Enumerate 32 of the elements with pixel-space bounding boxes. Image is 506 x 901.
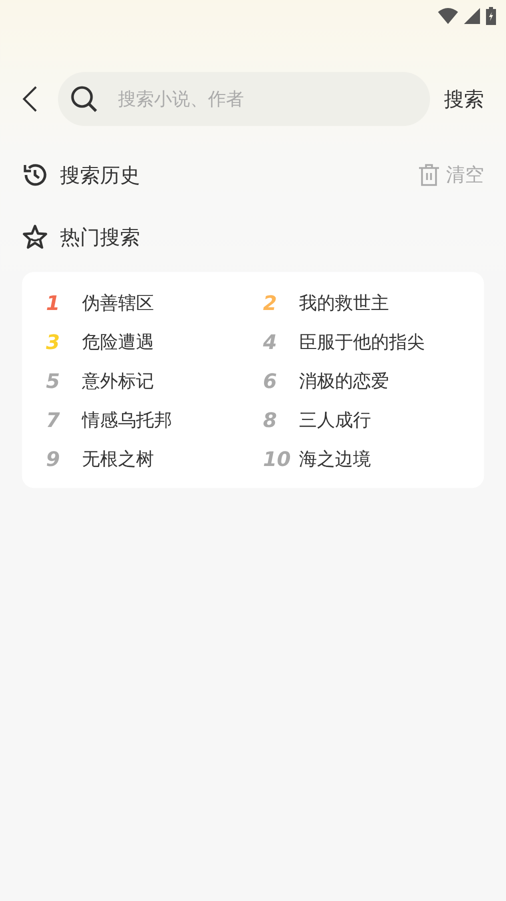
section-title: 搜索历史 (60, 162, 141, 188)
rank-number: 7 (46, 408, 61, 432)
hot-search-item[interactable]: 伪善辖区 (82, 291, 154, 315)
rank-number: 2 (263, 291, 278, 315)
hot-search-item[interactable]: 我的救世主 (299, 291, 389, 315)
hot-search-item[interactable]: 三人成行 (299, 408, 371, 432)
rank-number: 1 (46, 291, 61, 315)
search-icon (70, 85, 98, 113)
rank-number: 4 (263, 330, 278, 354)
rank-number: 10 (263, 447, 292, 471)
rank-number: 8 (263, 408, 278, 432)
hot-search-item[interactable]: 无根之树 (82, 447, 154, 471)
hot-search-item[interactable]: 臣服于他的指尖 (299, 330, 425, 354)
hot-search-item[interactable]: 消极的恋爱 (299, 369, 389, 393)
section-title: 热门搜索 (60, 224, 140, 250)
hot-search-item[interactable]: 海之边境 (299, 447, 371, 471)
wifi-icon (438, 8, 458, 24)
hot-search-item[interactable]: 意外标记 (82, 369, 154, 393)
hot-search-item[interactable]: 危险遭遇 (82, 330, 154, 354)
rank-number: 5 (46, 369, 61, 393)
search-input[interactable]: 搜索小说、作者 (116, 88, 370, 110)
hot-search-item[interactable]: 情感乌托邦 (82, 408, 172, 432)
trash-icon (418, 163, 440, 187)
signal-icon (464, 8, 480, 24)
rank-number: 3 (46, 330, 61, 354)
star-icon (22, 224, 48, 250)
rank-number: 6 (263, 369, 278, 393)
search-field[interactable]: 搜索小说、作者 (58, 72, 430, 126)
history-icon (22, 162, 48, 188)
search-button[interactable]: 搜索 (444, 86, 484, 112)
battery-charging-icon (486, 7, 496, 25)
rank-number: 9 (46, 447, 61, 471)
